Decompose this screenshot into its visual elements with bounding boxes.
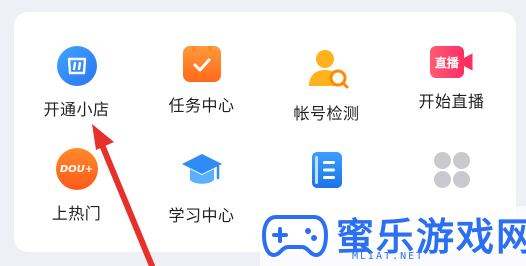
grid-item-study-center[interactable]: 学习中心: [139, 120, 264, 225]
grid-item-account-check[interactable]: 帐号检测: [264, 12, 389, 123]
grid-item-label: 开始直播: [418, 92, 485, 111]
live-camera-icon: 直播: [429, 46, 474, 78]
live-badge: 直播: [434, 55, 459, 70]
grid-item-start-live[interactable]: 直播 开始直播: [389, 12, 514, 112]
dou-plus-icon: DOU+: [55, 148, 99, 190]
gamepad-icon: [262, 215, 328, 258]
account-search-icon: [305, 46, 349, 90]
watermark-url: MLIAT.NET: [352, 251, 425, 262]
grid-item-label: 开通小店: [43, 100, 110, 119]
grid-item-more[interactable]: [389, 120, 514, 220]
grid-item-label: 任务中心: [168, 96, 235, 115]
graduation-cap-icon: [180, 148, 224, 192]
grid-item-task-center[interactable]: 任务中心: [139, 12, 264, 115]
grid-item-book[interactable]: [264, 120, 389, 220]
grid-item-hot[interactable]: DOU+ 上热门: [14, 120, 139, 223]
grid-item-label: 上热门: [51, 204, 102, 223]
book-icon: [305, 148, 349, 192]
grid-item-open-shop[interactable]: 开通小店: [14, 12, 139, 119]
grid-item-label: 学习中心: [168, 206, 235, 225]
shop-icon: [55, 46, 99, 86]
more-icon: [430, 148, 474, 192]
dou-badge: DOU+: [59, 163, 94, 175]
task-calendar-icon: [180, 44, 224, 82]
